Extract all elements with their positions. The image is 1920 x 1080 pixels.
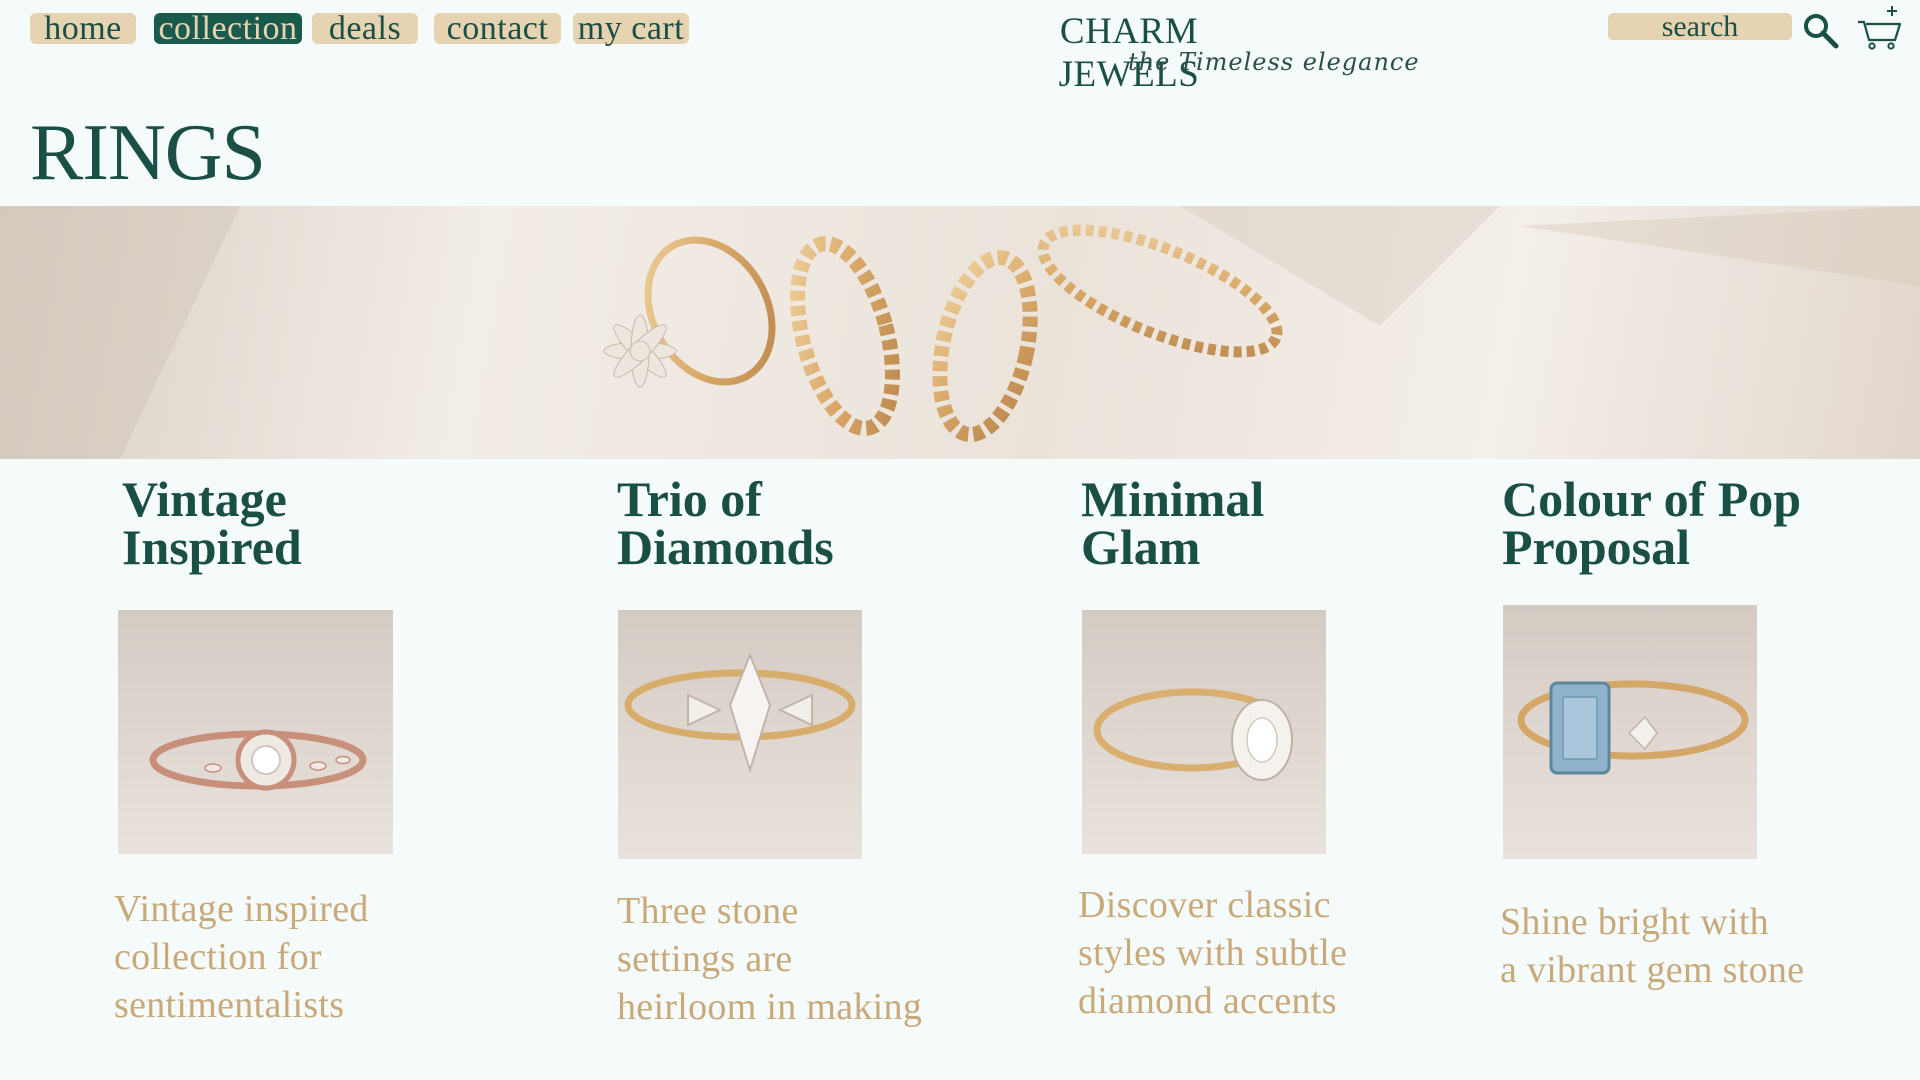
cart-add-icon[interactable] <box>1855 2 1905 52</box>
hero-banner <box>0 206 1920 459</box>
nav-home[interactable]: home <box>30 12 136 46</box>
category-description-trio-of-diamonds: Three stone settings are heirloom in mak… <box>617 890 923 1028</box>
category-description-vintage-inspired: Vintage inspired collection for sentimen… <box>114 888 369 1026</box>
nav-deals[interactable]: deals <box>312 12 418 46</box>
page: home collection deals contact my cart CH… <box>0 0 1920 1080</box>
marquise-three-stone-ring-image <box>624 652 856 774</box>
category-title-trio-of-diamonds[interactable]: Trio of Diamonds <box>617 474 834 572</box>
search-input[interactable] <box>1608 13 1792 40</box>
category-description-minimal-glam: Discover classic styles with subtle diam… <box>1078 884 1348 1022</box>
page-title: RINGS <box>30 109 266 197</box>
category-title-colour-of-pop-proposal[interactable]: Colour of Pop Proposal <box>1502 474 1801 572</box>
aquamarine-emerald-cut-ring-image <box>1517 680 1749 775</box>
oval-solitaire-ring-image <box>1093 688 1293 781</box>
category-title-vintage-inspired[interactable]: Vintage Inspired <box>122 474 302 572</box>
brand-tagline: the Timeless elegance <box>1128 48 1420 76</box>
rose-gold-halo-ring-image <box>149 729 367 791</box>
category-description-colour-of-pop-proposal: Shine bright with a vibrant gem stone <box>1500 901 1805 991</box>
category-image-vintage-inspired[interactable] <box>118 610 393 854</box>
rings-hero-image <box>0 206 1920 459</box>
search-icon[interactable] <box>1801 11 1839 49</box>
nav-my-cart[interactable]: my cart <box>573 12 689 46</box>
nav-collection[interactable]: collection <box>154 12 302 46</box>
category-image-minimal-glam[interactable] <box>1082 610 1326 854</box>
category-title-minimal-glam[interactable]: Minimal Glam <box>1081 474 1264 572</box>
category-image-colour-of-pop-proposal[interactable] <box>1503 605 1757 859</box>
nav-contact[interactable]: contact <box>434 12 561 46</box>
category-image-trio-of-diamonds[interactable] <box>618 610 862 859</box>
